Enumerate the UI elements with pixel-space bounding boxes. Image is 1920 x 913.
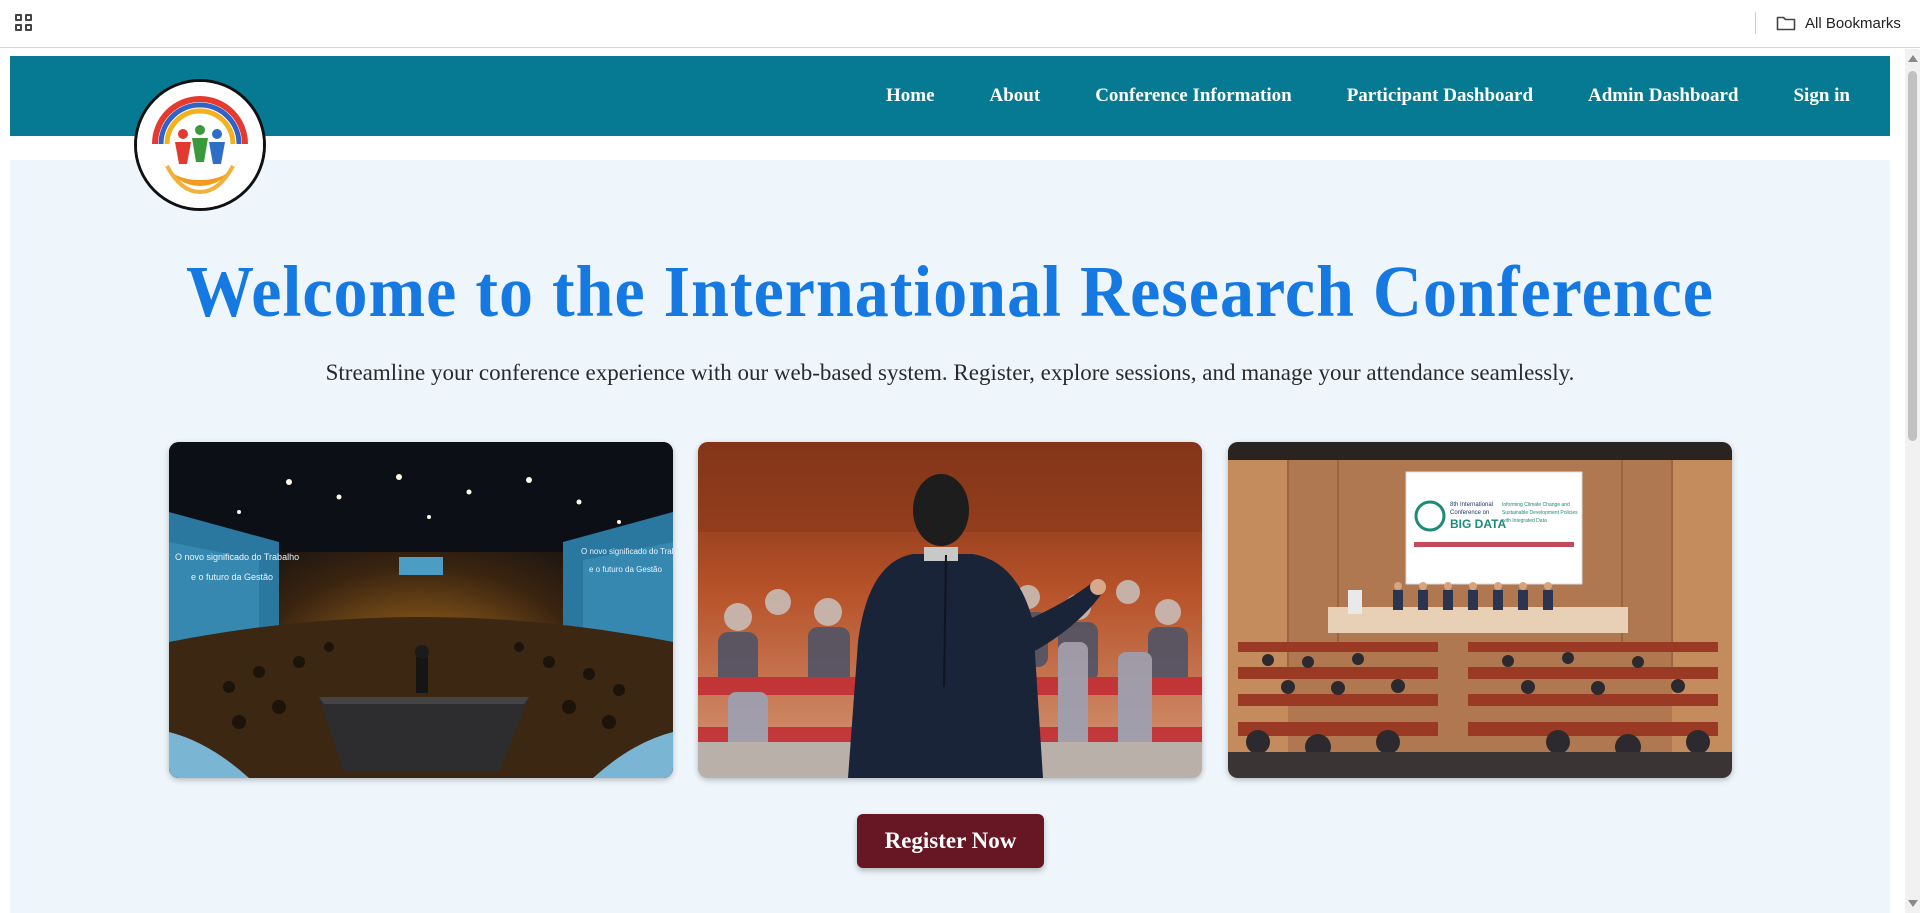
conference-logo[interactable] [134,79,266,211]
nav-participant-dashboard[interactable]: Participant Dashboard [1347,85,1533,107]
folder-icon [1776,16,1796,31]
nav-sign-in[interactable]: Sign in [1793,85,1850,107]
speaker-audience-photo [698,442,1202,778]
scroll-down-icon[interactable] [1908,900,1918,907]
slide-right-1: Informing Climate Change and [1502,502,1570,508]
nav-conference-information[interactable]: Conference Information [1095,85,1291,107]
hero-section: Welcome to the International Research Co… [10,160,1890,913]
scroll-thumb[interactable] [1908,71,1917,441]
slide-right-3: with Integrated Data [1502,518,1547,524]
slide-right-2: Sustainable Development Policies [1502,510,1578,516]
nav-home[interactable]: Home [886,85,935,107]
scroll-up-icon[interactable] [1908,55,1918,62]
slide-line-2: Conference on [1450,510,1489,516]
bookmarks-bar: All Bookmarks [0,0,1920,48]
hero-subtitle: Streamline your conference experience wi… [325,360,1575,385]
right-screen-text-2: e o futuro da Gestão [589,565,662,574]
page-viewport: Home About Conference Information Partic… [0,49,1920,913]
photo-gallery: O novo significado do Trabalho e o futur… [169,442,1733,778]
slide-line-1: 8th International [1450,502,1493,508]
page-scrollbar[interactable] [1905,49,1920,913]
panel-auditorium-photo: 8th International Conference on BIG DATA… [1228,442,1732,778]
nav-about[interactable]: About [990,85,1041,107]
all-bookmarks-label: All Bookmarks [1805,14,1901,32]
right-screen-text: O novo significado do Trabalho [581,547,673,556]
all-bookmarks-button[interactable]: All Bookmarks [1776,12,1901,34]
left-screen-text-2: e o futuro da Gestão [191,572,273,582]
register-now-button[interactable]: Register Now [857,814,1044,868]
nav-links: Home About Conference Information Partic… [831,56,1850,136]
navbar: Home About Conference Information Partic… [10,56,1890,136]
slide-big-text: BIG DATA [1450,517,1507,531]
conference-hall-photo: O novo significado do Trabalho e o futur… [169,442,673,778]
nav-admin-dashboard[interactable]: Admin Dashboard [1588,85,1738,107]
bookmarks-divider [1755,12,1756,34]
left-screen-text: O novo significado do Trabalho [175,552,299,562]
hero-title: Welcome to the International Research Co… [186,249,1714,332]
apps-grid-icon[interactable] [15,14,33,32]
